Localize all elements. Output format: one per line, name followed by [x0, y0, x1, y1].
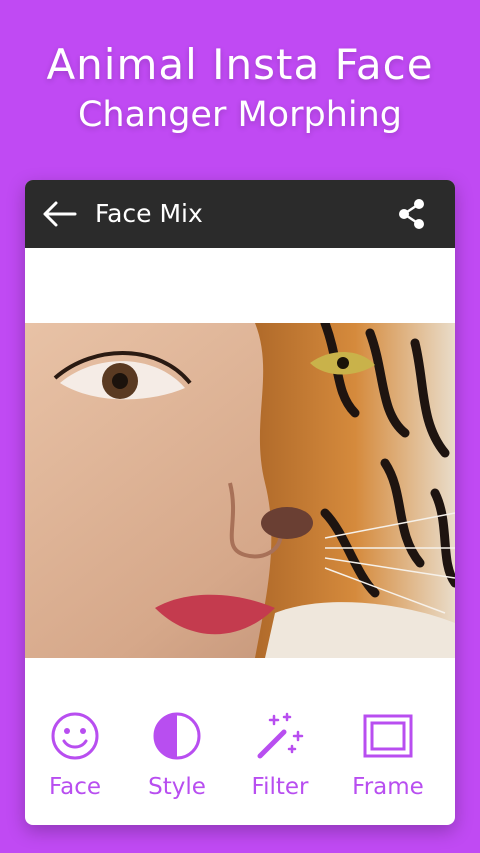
promo-title-line-1: Animal Insta Face: [46, 40, 434, 89]
face-tool-label: Face: [48, 774, 101, 800]
contrast-icon: [153, 712, 201, 760]
face-tool[interactable]: Face: [25, 710, 125, 800]
style-tool-label: Style: [148, 774, 206, 800]
edit-toolbar: Face Style Filter Frame: [25, 710, 455, 810]
screen-title: Face Mix: [95, 199, 203, 228]
filter-tool-label: Filter: [251, 774, 309, 800]
arrow-left-icon[interactable]: [41, 200, 77, 228]
app-bar: Face Mix: [25, 180, 455, 248]
app-screen: Face Mix Face Style Filter Frame: [25, 180, 455, 825]
magic-wand-icon: [257, 712, 304, 759]
frame-icon: [363, 714, 413, 758]
smiley-icon: [51, 712, 99, 760]
promo-title-line-2: Changer Morphing: [77, 95, 403, 135]
frame-tool[interactable]: Frame: [338, 710, 438, 800]
frame-tool-label: Frame: [352, 774, 424, 800]
filter-tool[interactable]: Filter: [230, 710, 330, 800]
share-icon[interactable]: [397, 198, 427, 230]
style-tool[interactable]: Style: [127, 710, 227, 800]
face-mix-image: [25, 323, 455, 658]
